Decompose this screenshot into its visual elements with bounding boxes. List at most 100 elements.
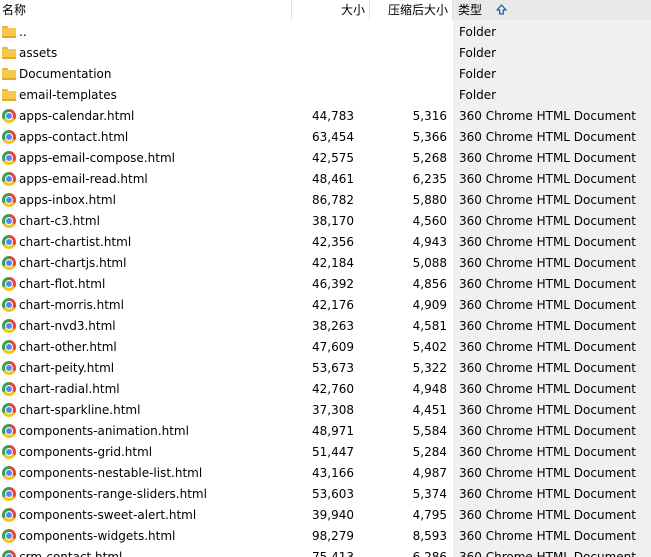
file-size (292, 43, 354, 64)
column-header-name[interactable]: 名称 (0, 0, 292, 20)
file-name: crm-contact.html (19, 550, 123, 557)
file-row[interactable]: chart-other.html 47,609 5,402 360 Chrome HT… (0, 337, 651, 358)
folder-icon (2, 88, 16, 102)
file-compressed-size: 4,560 (412, 214, 447, 228)
file-row[interactable]: components-animation.html 48,971 5,584 360 … (0, 421, 651, 442)
file-size: 53,673 (312, 361, 354, 375)
column-header-name-label: 名称 (2, 3, 27, 17)
file-size: 42,176 (312, 298, 354, 312)
file-compressed-size: 6,286 (412, 550, 447, 557)
file-compressed-size: 4,987 (412, 466, 447, 480)
file-name: components-nestable-list.html (19, 466, 203, 480)
column-header-type[interactable]: 类型 (453, 0, 651, 20)
column-header-compressed-size[interactable]: 压缩后大小 (370, 0, 453, 20)
file-compressed-size: 4,856 (412, 277, 447, 291)
file-type: 360 Chrome HTML Document (459, 445, 636, 459)
file-name: components-animation.html (19, 424, 189, 438)
file-type: 360 Chrome HTML Document (459, 214, 636, 228)
file-size: 42,760 (312, 382, 354, 396)
file-type: 360 Chrome HTML Document (459, 172, 636, 186)
file-size (292, 64, 354, 85)
file-name: apps-contact.html (19, 130, 129, 144)
browser-icon (2, 277, 16, 291)
folder-icon (2, 25, 16, 39)
file-size: 46,392 (312, 277, 354, 291)
file-name: apps-inbox.html (19, 193, 116, 207)
file-name: apps-email-read.html (19, 172, 148, 186)
file-compressed-size: 6,235 (412, 172, 447, 186)
file-list-view: 名称 大小 压缩后大小 类型 .. Folder assets Folder Docum… (0, 0, 651, 557)
browser-icon (2, 424, 16, 438)
file-row[interactable]: crm-contact.html 75,413 6,286 360 Chrome HT… (0, 547, 651, 557)
file-name: .. (19, 25, 27, 39)
file-type: Folder (459, 88, 497, 102)
browser-icon (2, 319, 16, 333)
file-row[interactable]: chart-sparkline.html 37,308 4,451 360 Chrom… (0, 400, 651, 421)
browser-icon (2, 382, 16, 396)
file-row[interactable]: chart-peity.html 53,673 5,322 360 Chrome HT… (0, 358, 651, 379)
file-row[interactable]: components-grid.html 51,447 5,284 360 Chrom… (0, 442, 651, 463)
file-name: components-range-sliders.html (19, 487, 207, 501)
file-compressed-size: 4,451 (412, 403, 447, 417)
column-header-size[interactable]: 大小 (292, 0, 370, 20)
browser-icon (2, 172, 16, 186)
file-size: 47,609 (312, 340, 354, 354)
file-type: 360 Chrome HTML Document (459, 487, 636, 501)
file-row[interactable]: apps-contact.html 63,454 5,366 360 Chrome H… (0, 127, 651, 148)
file-name: chart-nvd3.html (19, 319, 116, 333)
file-type: 360 Chrome HTML Document (459, 109, 636, 123)
file-type: Folder (459, 67, 497, 81)
file-type: 360 Chrome HTML Document (459, 235, 636, 249)
column-header-bar: 名称 大小 压缩后大小 类型 (0, 0, 651, 20)
file-row[interactable]: chart-morris.html 42,176 4,909 360 Chrome H… (0, 295, 651, 316)
file-name: chart-sparkline.html (19, 403, 141, 417)
file-row[interactable]: components-nestable-list.html 43,166 4,987… (0, 463, 651, 484)
file-row[interactable]: chart-chartjs.html 42,184 5,088 360 Chrome … (0, 253, 651, 274)
file-compressed-size: 5,584 (412, 424, 447, 438)
file-compressed-size: 5,088 (412, 256, 447, 270)
file-row[interactable]: chart-flot.html 46,392 4,856 360 Chrome HTM… (0, 274, 651, 295)
file-type: 360 Chrome HTML Document (459, 403, 636, 417)
file-row[interactable]: assets Folder (0, 43, 651, 64)
file-size: 42,356 (312, 235, 354, 249)
file-row[interactable]: apps-email-read.html 48,461 6,235 360 Chrom… (0, 169, 651, 190)
file-row[interactable]: chart-c3.html 38,170 4,560 360 Chrome HTML … (0, 211, 651, 232)
file-name: chart-radial.html (19, 382, 120, 396)
file-name: apps-email-compose.html (19, 151, 175, 165)
file-row[interactable]: components-widgets.html 98,279 8,593 360 Ch… (0, 526, 651, 547)
file-size: 48,971 (312, 424, 354, 438)
browser-icon (2, 256, 16, 270)
file-type: 360 Chrome HTML Document (459, 298, 636, 312)
file-row[interactable]: .. Folder (0, 22, 651, 43)
browser-icon (2, 193, 16, 207)
file-row[interactable]: apps-email-compose.html 42,575 5,268 360 Ch… (0, 148, 651, 169)
file-row[interactable]: chart-chartist.html 42,356 4,943 360 Chrome… (0, 232, 651, 253)
browser-icon (2, 466, 16, 480)
file-compressed-size: 4,943 (412, 235, 447, 249)
file-row[interactable]: email-templates Folder (0, 85, 651, 106)
browser-icon (2, 151, 16, 165)
file-name: components-sweet-alert.html (19, 508, 197, 522)
file-name: email-templates (19, 88, 117, 102)
file-row[interactable]: chart-nvd3.html 38,263 4,581 360 Chrome HTM… (0, 316, 651, 337)
browser-icon (2, 298, 16, 312)
file-compressed-size: 4,948 (412, 382, 447, 396)
file-type: 360 Chrome HTML Document (459, 277, 636, 291)
file-name: chart-morris.html (19, 298, 124, 312)
file-row[interactable]: components-sweet-alert.html 39,940 4,795 36… (0, 505, 651, 526)
file-size: 42,575 (312, 151, 354, 165)
file-size: 38,263 (312, 319, 354, 333)
file-row[interactable]: apps-inbox.html 86,782 5,880 360 Chrome HTM… (0, 190, 651, 211)
column-header-compressed-label: 压缩后大小 (387, 3, 448, 17)
file-compressed-size: 5,402 (412, 340, 447, 354)
browser-icon (2, 214, 16, 228)
file-row[interactable]: components-range-sliders.html 53,603 5,374… (0, 484, 651, 505)
file-compressed-size (370, 43, 447, 64)
browser-icon (2, 403, 16, 417)
folder-icon (2, 67, 16, 81)
file-type: 360 Chrome HTML Document (459, 151, 636, 165)
file-row[interactable]: apps-calendar.html 44,783 5,316 360 Chrome … (0, 106, 651, 127)
file-type: 360 Chrome HTML Document (459, 319, 636, 333)
file-row[interactable]: Documentation Folder (0, 64, 651, 85)
file-row[interactable]: chart-radial.html 42,760 4,948 360 Chrome H… (0, 379, 651, 400)
